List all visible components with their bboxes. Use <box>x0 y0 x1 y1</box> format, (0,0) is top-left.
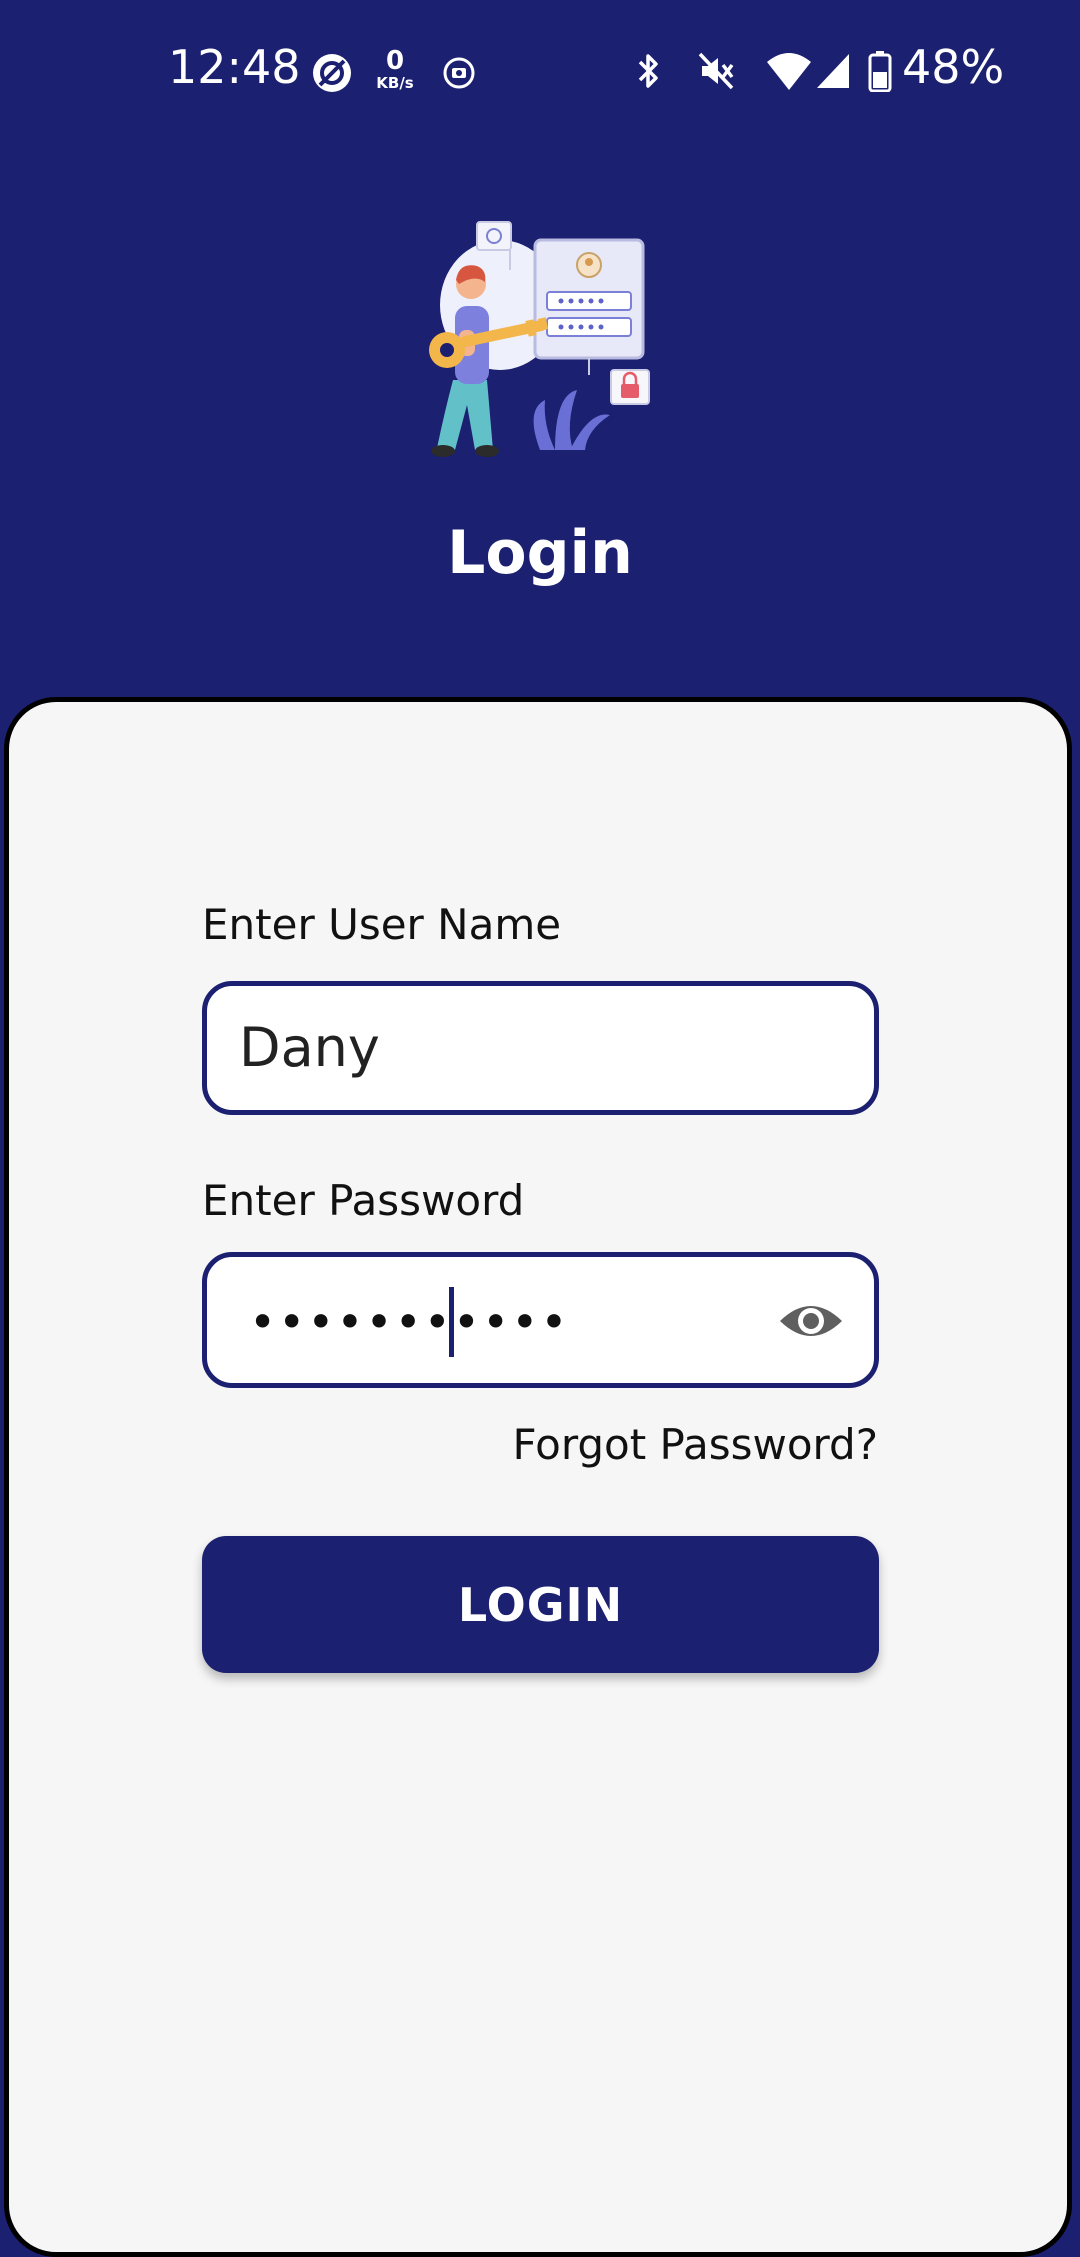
vibrate-off-icon <box>698 52 734 90</box>
forgot-password-link[interactable]: Forgot Password? <box>512 1420 878 1469</box>
login-key-illustration <box>429 221 650 457</box>
password-field[interactable]: ••••••••••• <box>202 1252 879 1388</box>
username-field[interactable]: Dany <box>202 981 879 1115</box>
password-value[interactable]: ••••••••••• <box>249 1295 569 1349</box>
status-bar: 12:48 0 KB/s 48% <box>0 0 1080 140</box>
net-speed-unit: KB/s <box>376 74 414 92</box>
net-speed-icon: 0 KB/s <box>370 48 420 92</box>
screen-record-icon <box>443 57 475 89</box>
status-time: 12:48 <box>168 40 301 94</box>
wifi-icon <box>767 53 811 90</box>
eye-icon[interactable] <box>778 1295 844 1347</box>
bluetooth-icon <box>638 54 658 88</box>
data-saver-icon <box>313 54 351 92</box>
username-label: Enter User Name <box>202 900 562 949</box>
login-button[interactable]: LOGIN <box>202 1536 879 1673</box>
net-speed-value: 0 <box>385 46 405 76</box>
battery-icon <box>868 51 892 92</box>
password-label: Enter Password <box>202 1176 525 1225</box>
username-value[interactable]: Dany <box>239 1016 380 1079</box>
text-cursor <box>449 1287 454 1357</box>
page-title: Login <box>447 518 633 588</box>
cell-signal-icon <box>817 54 849 88</box>
battery-percent: 48% <box>902 40 1005 94</box>
